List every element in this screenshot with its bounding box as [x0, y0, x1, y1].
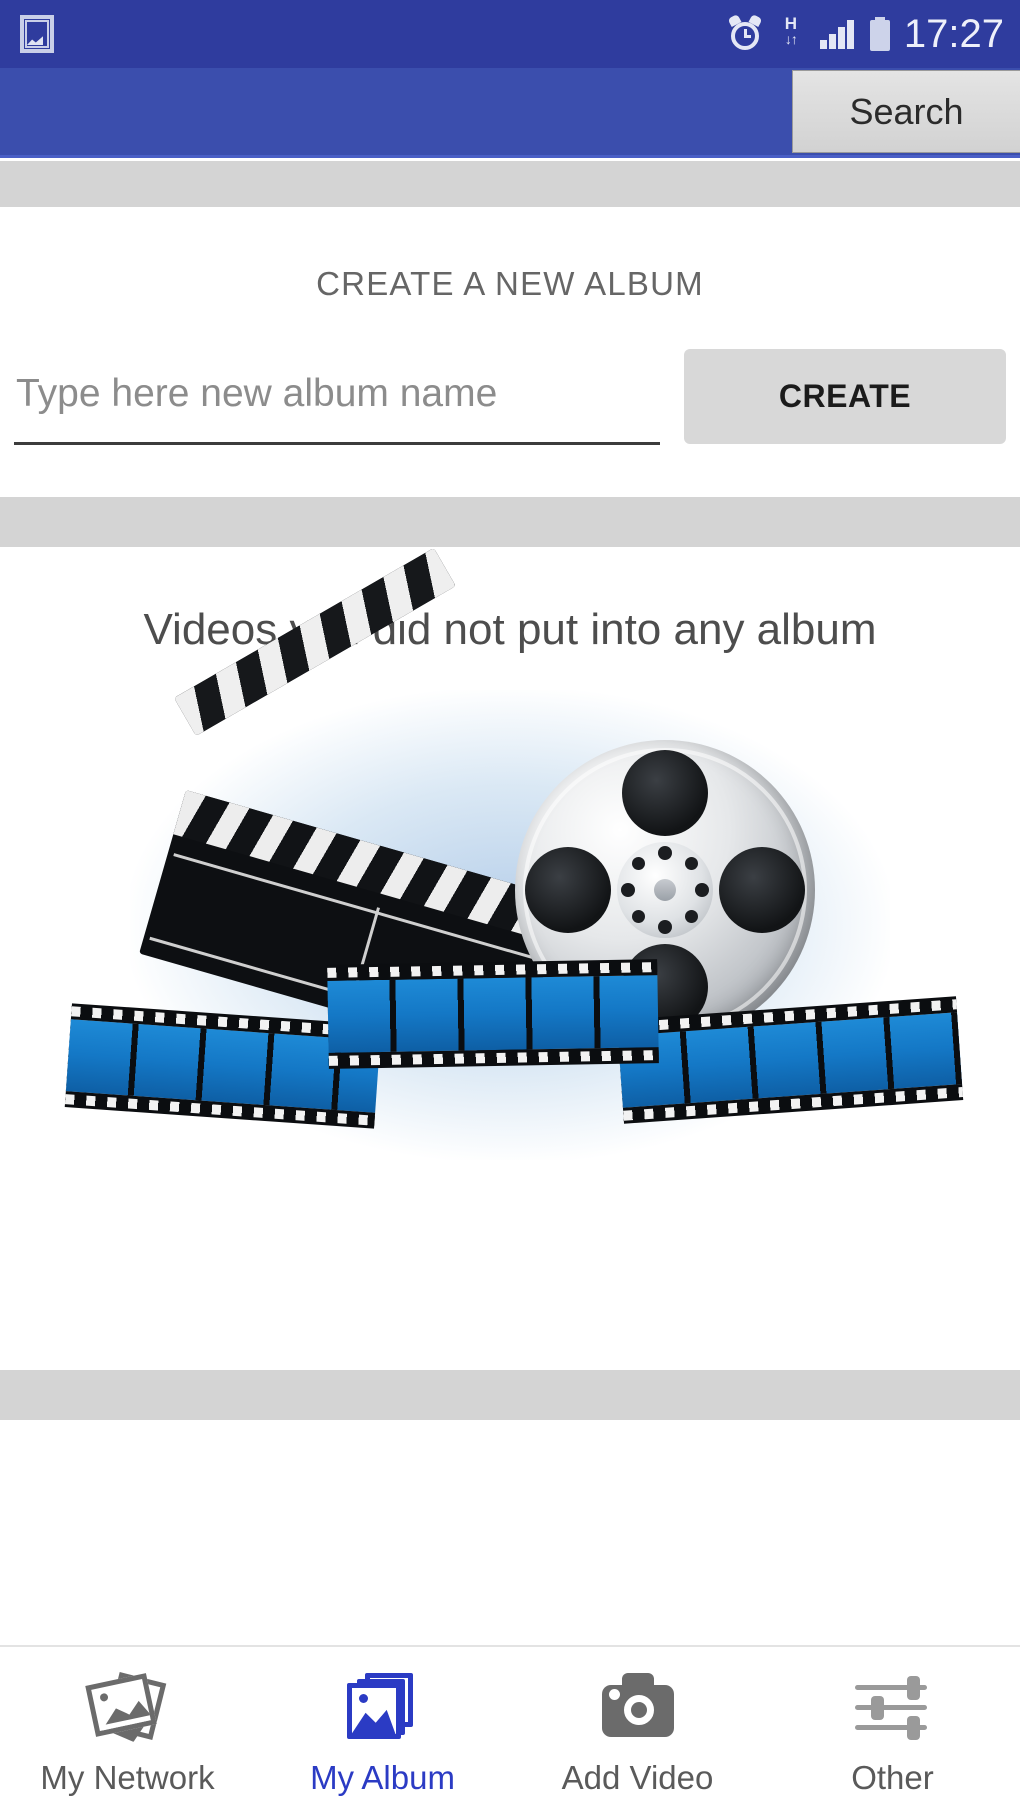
nav-item-my-album[interactable]: My Album — [255, 1647, 510, 1813]
nav-item-add-video[interactable]: Add Video — [510, 1647, 765, 1813]
video-thumbnail-area[interactable] — [0, 547, 1020, 1185]
film-strip-icon — [60, 959, 964, 1129]
stacked-photos-icon — [84, 1671, 172, 1745]
battery-full-icon — [869, 17, 890, 51]
app-bar: Search — [0, 68, 1020, 158]
divider-band-middle — [0, 497, 1020, 547]
status-bar-clock: 17:27 — [903, 12, 1004, 56]
network-type-label: H — [784, 14, 798, 33]
data-transfer-arrows: ↓↑ — [784, 31, 798, 47]
film-clapperboard-reel-thumbnail[interactable] — [60, 547, 964, 1170]
camera-icon — [594, 1671, 682, 1745]
divider-band-bottom — [0, 1370, 1020, 1420]
create-album-section: CREATE A NEW ALBUM CREATE — [0, 207, 1020, 497]
divider-band-top — [0, 161, 1020, 207]
status-bar-left — [0, 15, 54, 53]
sliders-icon — [849, 1671, 937, 1745]
nav-label-other: Other — [851, 1759, 934, 1796]
bottom-navigation-bar: My Network My Album Add Video Other — [0, 1645, 1020, 1813]
album-name-input[interactable] — [14, 353, 660, 445]
nav-label-add-video: Add Video — [561, 1759, 714, 1796]
create-album-row: CREATE — [0, 303, 1020, 445]
nav-item-other[interactable]: Other — [765, 1647, 1020, 1813]
create-album-button[interactable]: CREATE — [684, 349, 1006, 444]
search-button[interactable]: Search — [792, 70, 1020, 153]
hspa-data-icon: H ↓↑ — [776, 15, 806, 53]
app-screen: H ↓↑ 17:27 Search CREATE A NEW ALBUM CRE… — [0, 0, 1020, 1813]
status-bar: H ↓↑ 17:27 — [0, 0, 1020, 68]
alarm-clock-icon — [727, 13, 763, 52]
nav-label-my-network: My Network — [40, 1759, 215, 1796]
status-bar-right: H ↓↑ 17:27 — [727, 12, 1020, 56]
nav-item-my-network[interactable]: My Network — [0, 1647, 255, 1813]
signal-bars-icon — [819, 19, 856, 49]
unsorted-videos-title: Videos you did not put into any album — [143, 605, 877, 654]
photo-album-icon — [339, 1671, 427, 1745]
gallery-image-icon — [20, 15, 54, 53]
nav-label-my-album: My Album — [310, 1759, 455, 1796]
create-album-title: CREATE A NEW ALBUM — [316, 265, 704, 302]
unsorted-videos-section: Videos you did not put into any album — [0, 547, 1020, 1370]
